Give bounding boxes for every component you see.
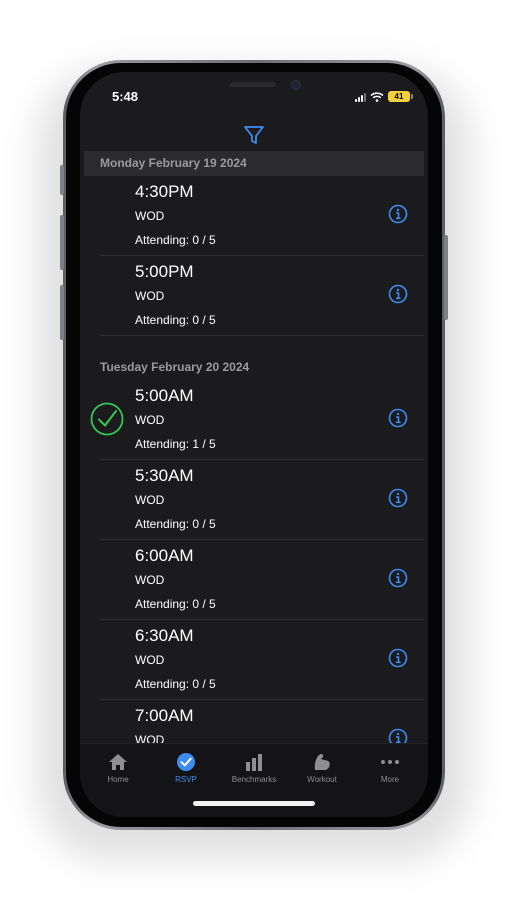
- attending-count: Attending: 0 / 5: [135, 313, 216, 327]
- tab-more[interactable]: More: [360, 752, 420, 784]
- class-row[interactable]: 4:30PM WOD Attending: 0 / 5: [80, 176, 428, 256]
- info-icon[interactable]: [388, 284, 408, 304]
- class-time: 4:30PM: [135, 182, 194, 201]
- rsvp-check-icon: [90, 402, 124, 436]
- check-circle-icon: [177, 753, 195, 771]
- class-type: WOD: [135, 289, 165, 303]
- tab-label: More: [380, 775, 400, 784]
- cellular-signal-icon: [355, 92, 366, 102]
- class-schedule-list: Monday February 19 2024 4:30PM WOD Atten…: [80, 151, 428, 780]
- class-type: WOD: [135, 493, 165, 507]
- class-row[interactable]: 5:00PM WOD Attending: 0 / 5: [80, 256, 428, 336]
- tab-label: Home: [107, 775, 129, 784]
- class-time: 5:00AM: [135, 386, 194, 405]
- app-screen: 5:48 41 Monday February 19 2024 4:30PM W…: [80, 72, 428, 817]
- tab-rsvp[interactable]: RSVP: [156, 752, 216, 784]
- house-icon: [109, 754, 127, 770]
- tab-benchmarks[interactable]: Benchmarks: [224, 752, 284, 784]
- ellipsis-icon: [381, 760, 399, 764]
- class-row[interactable]: 6:00AM WOD Attending: 0 / 5: [80, 540, 428, 620]
- tab-label: RSVP: [175, 775, 197, 784]
- volume-up-button: [60, 215, 64, 270]
- power-button: [444, 235, 448, 320]
- volume-down-button: [60, 285, 64, 340]
- class-time: 5:30AM: [135, 466, 194, 485]
- class-row[interactable]: 5:30AM WOD Attending: 0 / 5: [80, 460, 428, 540]
- status-icons: 41: [355, 91, 413, 102]
- flexed-arm-icon: [314, 753, 330, 770]
- class-time: 6:30AM: [135, 626, 194, 645]
- tab-label: Benchmarks: [231, 775, 277, 784]
- info-icon[interactable]: [388, 648, 408, 668]
- attending-count: Attending: 1 / 5: [135, 437, 216, 451]
- silent-switch: [60, 165, 64, 195]
- earpiece-speaker: [230, 82, 276, 87]
- class-time: 5:00PM: [135, 262, 194, 281]
- tab-workout[interactable]: Workout: [292, 752, 352, 784]
- class-type: WOD: [135, 209, 165, 223]
- status-time: 5:48: [112, 89, 139, 104]
- front-camera: [291, 80, 301, 90]
- attending-count: Attending: 0 / 5: [135, 597, 216, 611]
- class-row[interactable]: 5:00AM WOD Attending: 1 / 5: [80, 380, 428, 460]
- home-indicator[interactable]: [193, 801, 315, 806]
- wifi-icon: [370, 91, 384, 102]
- attending-count: Attending: 0 / 5: [135, 233, 216, 247]
- attending-count: Attending: 0 / 5: [135, 677, 216, 691]
- date-section-header: Monday February 19 2024: [84, 151, 424, 176]
- class-row[interactable]: 6:30AM WOD Attending: 0 / 5: [80, 620, 428, 700]
- class-type: WOD: [135, 573, 165, 587]
- tab-home[interactable]: Home: [88, 752, 148, 784]
- class-time: 6:00AM: [135, 546, 194, 565]
- attending-count: Attending: 0 / 5: [135, 517, 216, 531]
- class-type: WOD: [135, 413, 165, 427]
- tab-label: Workout: [307, 775, 337, 784]
- info-icon[interactable]: [388, 568, 408, 588]
- class-time: 7:00AM: [135, 706, 194, 725]
- battery-icon: 41: [388, 91, 413, 102]
- class-type: WOD: [135, 653, 165, 667]
- info-icon[interactable]: [388, 204, 408, 224]
- date-section-header: Tuesday February 20 2024: [100, 360, 250, 374]
- info-icon[interactable]: [388, 408, 408, 428]
- bar-chart-icon: [246, 754, 262, 771]
- info-icon[interactable]: [388, 488, 408, 508]
- filter-icon[interactable]: [243, 124, 265, 146]
